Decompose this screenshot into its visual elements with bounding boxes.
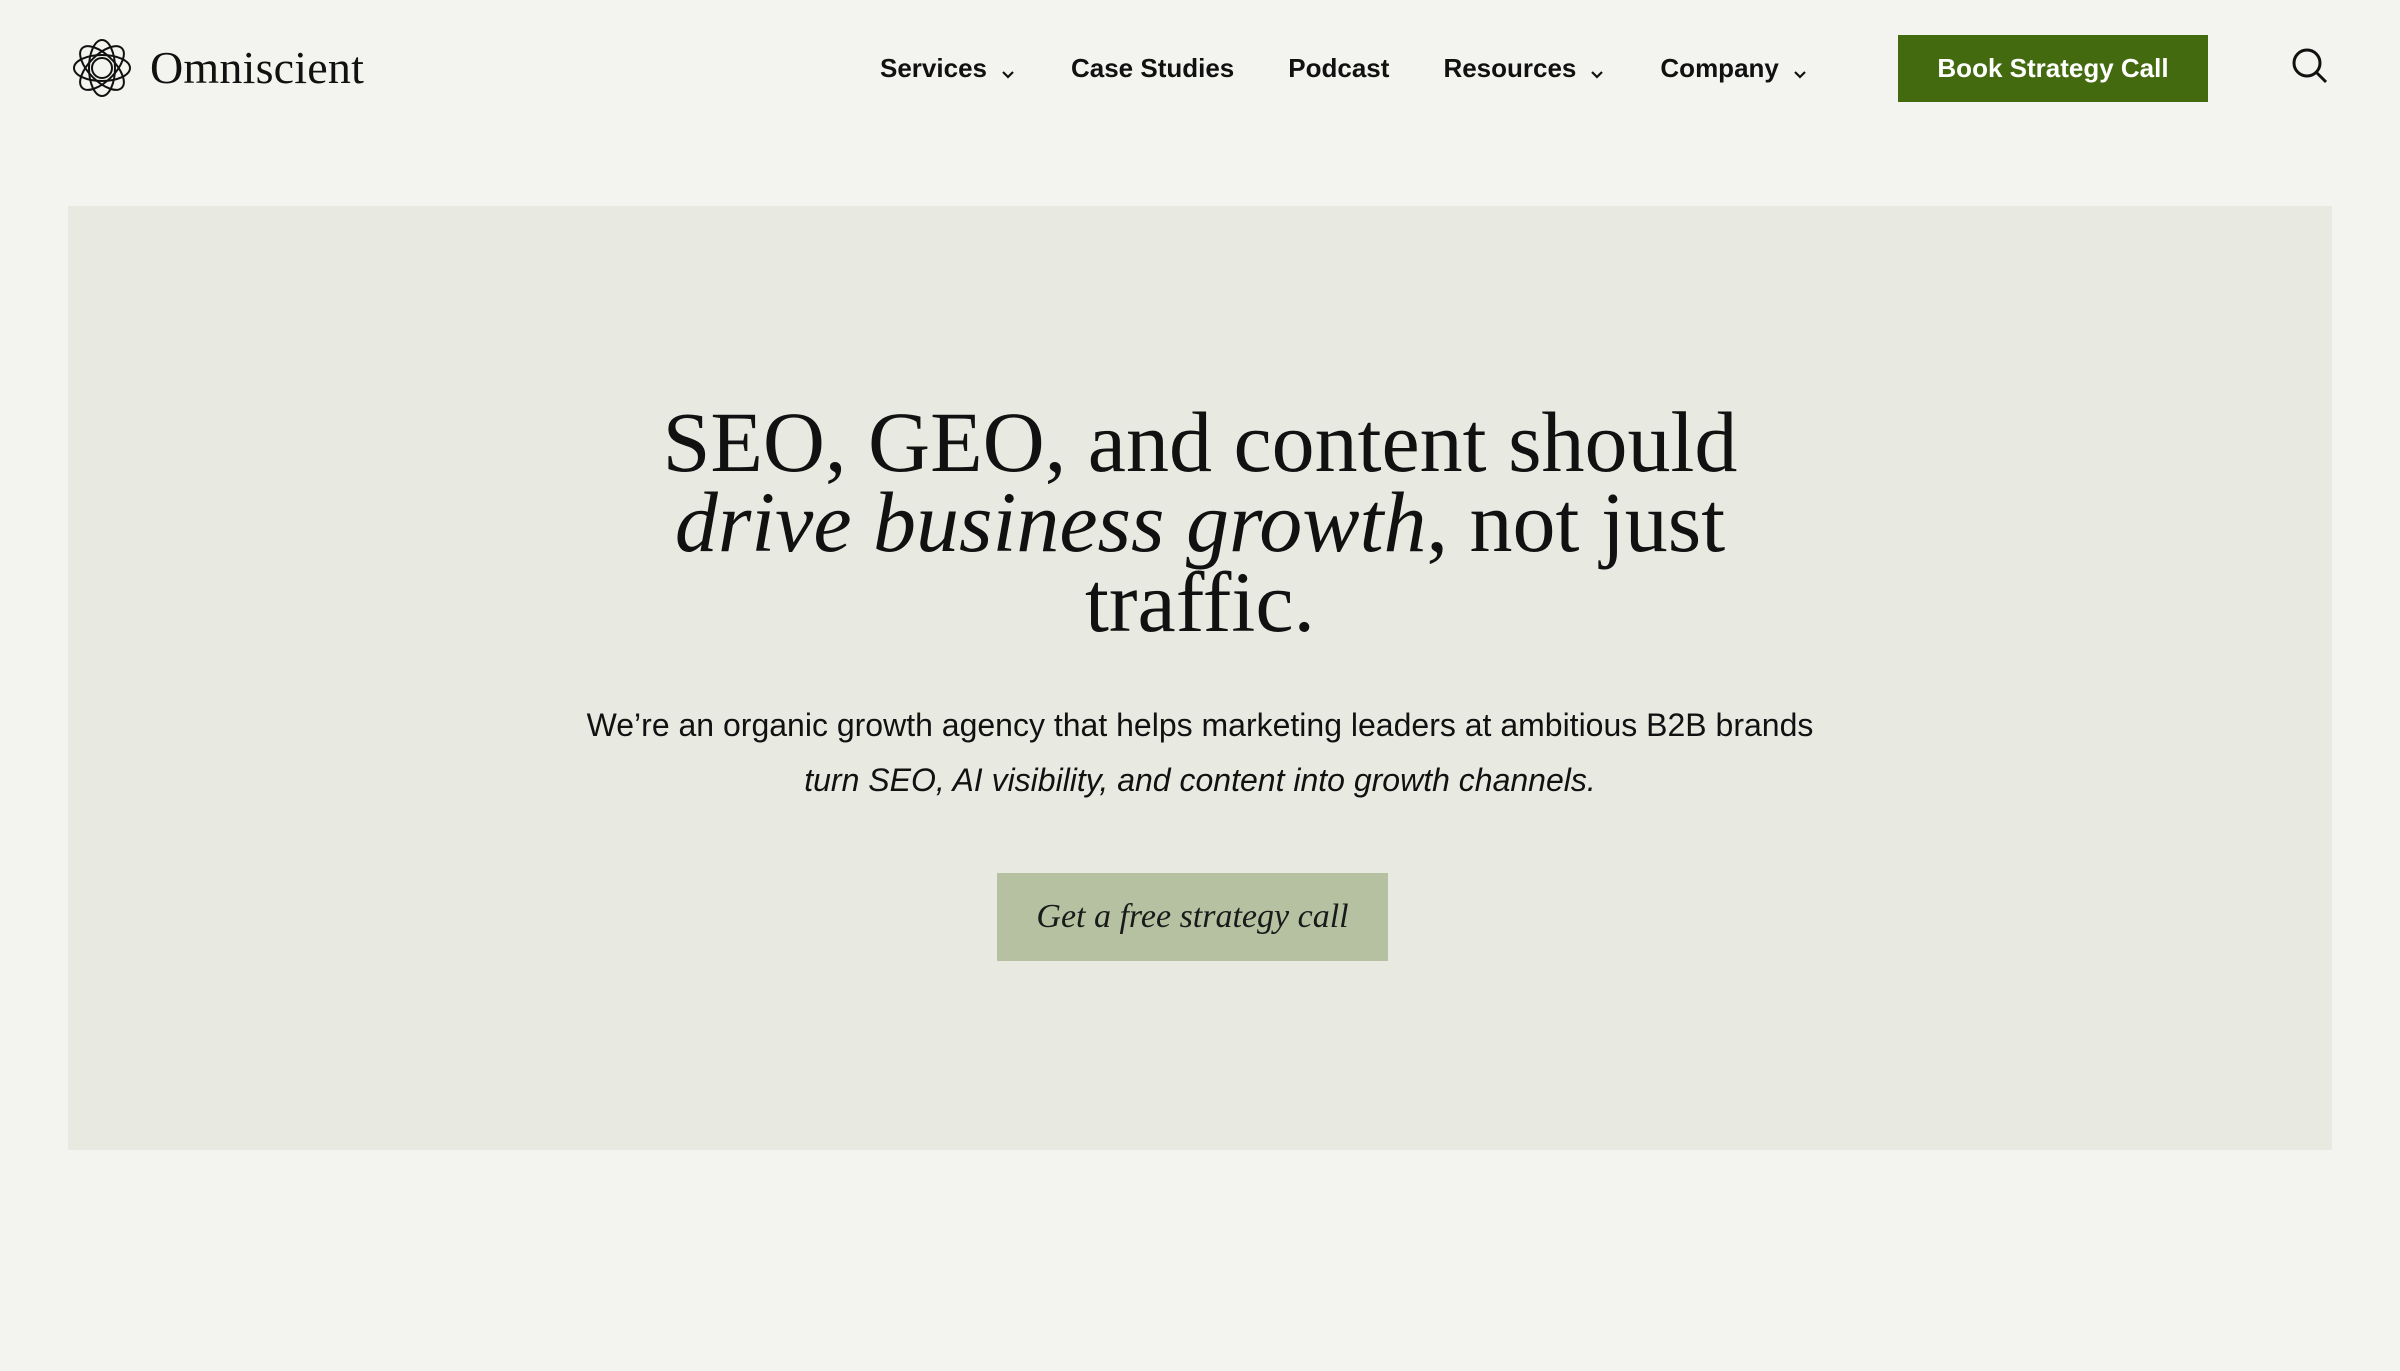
hero-title-line-2-rest: , not just bbox=[1426, 474, 1726, 570]
nav-services-label: Services bbox=[880, 52, 987, 83]
hero-title-line-2: drive business growth, not just bbox=[68, 479, 2332, 565]
hero-subtitle-line-1: We’re an organic growth agency that help… bbox=[586, 707, 1814, 743]
nav-resources-label: Resources bbox=[1443, 52, 1577, 83]
brand-home-link[interactable]: Omniscient bbox=[70, 36, 364, 100]
chevron-down-icon bbox=[1588, 59, 1606, 79]
chevron-down-icon bbox=[999, 59, 1017, 79]
nav-services[interactable]: Services bbox=[880, 53, 1017, 84]
hero-subtitle: We’re an organic growth agency that help… bbox=[68, 698, 2332, 808]
omniscient-logo-icon bbox=[70, 36, 134, 100]
site-header: Omniscient Services Case Studies Podcast… bbox=[0, 0, 2400, 135]
brand-name: Omniscient bbox=[150, 42, 365, 93]
hero-subtitle-line-2: turn SEO, AI visibility, and content int… bbox=[804, 762, 1596, 798]
hero-title-line-1: SEO, GEO, and content should bbox=[662, 394, 1738, 490]
nav-company[interactable]: Company bbox=[1660, 53, 1808, 84]
hero-section: SEO, GEO, and content should drive busin… bbox=[68, 206, 2332, 1150]
chevron-down-icon bbox=[1791, 59, 1809, 79]
nav-company-label: Company bbox=[1660, 52, 1779, 83]
nav-podcast-label: Podcast bbox=[1288, 52, 1390, 83]
search-icon bbox=[2290, 46, 2330, 91]
search-button[interactable] bbox=[2288, 46, 2332, 90]
nav-resources[interactable]: Resources bbox=[1443, 53, 1606, 84]
hero-title: SEO, GEO, and content should drive busin… bbox=[68, 394, 2332, 650]
book-strategy-call-button[interactable]: Book Strategy Call bbox=[1898, 35, 2208, 102]
hero-title-line-3: traffic. bbox=[1085, 554, 1315, 650]
get-free-strategy-call-button[interactable]: Get a free strategy call bbox=[997, 873, 1388, 961]
nav-case-studies[interactable]: Case Studies bbox=[1071, 53, 1234, 84]
nav-case-studies-label: Case Studies bbox=[1070, 52, 1235, 83]
main-nav: Services Case Studies Podcast Resources … bbox=[880, 34, 1863, 102]
nav-podcast[interactable]: Podcast bbox=[1288, 53, 1389, 84]
